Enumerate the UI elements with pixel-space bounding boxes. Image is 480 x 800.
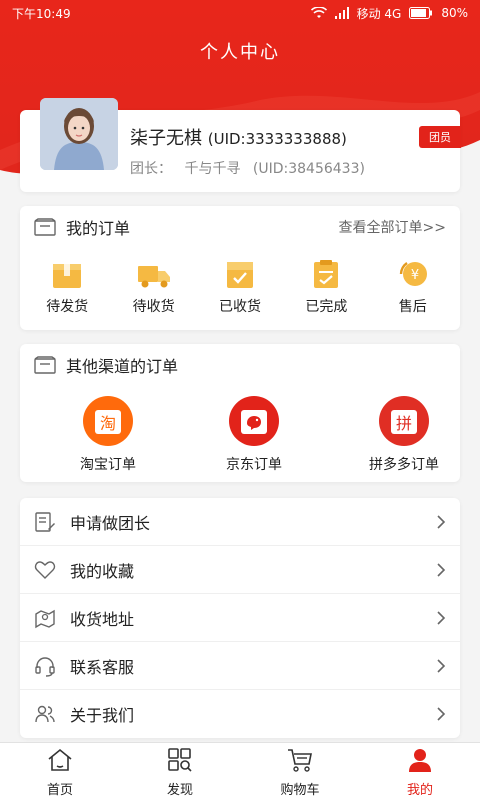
order-status-after-sale[interactable]: ¥ 售后 [373, 258, 453, 316]
chevron-right-icon [437, 562, 446, 577]
channel-row: 淘 淘宝订单 京东订单 拼 拼多多订单 [20, 396, 460, 476]
pinduoduo-orders[interactable]: 拼 拼多多订单 [354, 396, 454, 474]
profile-name: 柒子无棋 [130, 128, 202, 149]
order-status-row: 待发货 待收货 已收货 已完成 ¥ 售后 [20, 258, 460, 316]
user-icon [409, 749, 431, 772]
order-list-icon [34, 218, 56, 236]
channel-label: 京东订单 [226, 457, 282, 473]
truck-icon [137, 266, 170, 288]
status-bar: 下午10:49 移动 4G 80% [0, 0, 480, 26]
tab-label: 首页 [46, 783, 73, 798]
channel-label: 拼多多订单 [369, 457, 439, 473]
leader-uid: (UID:38456433) [252, 161, 365, 177]
menu-list: 申请做团长 我的收藏 收货地址 联系客服 关于我们 [20, 498, 460, 738]
received-box-icon [226, 262, 253, 288]
apply-icon [35, 511, 55, 532]
tab-cart[interactable]: 购物车 [240, 743, 360, 800]
order-status-label: 已完成 [305, 299, 348, 315]
taobao-icon: 淘 [83, 396, 133, 446]
jd-orders[interactable]: 京东订单 [204, 396, 304, 474]
order-status-completed[interactable]: 已完成 [286, 258, 366, 316]
profile-card[interactable]: 柒子无棋 (UID:3333333888) 团长： 千与千寻 (UID:3845… [20, 98, 461, 192]
order-status-label: 已收货 [218, 299, 261, 315]
menu-item-address[interactable]: 收货地址 [20, 594, 460, 642]
tab-label: 我的 [406, 783, 433, 798]
tab-home[interactable]: 首页 [0, 743, 120, 800]
order-status-label: 售后 [398, 299, 427, 315]
jd-icon [229, 396, 279, 446]
taobao-orders[interactable]: 淘 淘宝订单 [58, 396, 158, 474]
bottom-tab-bar: 首页 发现 购物车 我的 [0, 742, 480, 800]
svg-text:淘: 淘 [100, 414, 116, 433]
profile-uid: (UID:3333333888) [207, 130, 347, 148]
menu-item-label: 联系客服 [70, 657, 135, 677]
chevron-right-icon [437, 610, 446, 625]
status-carrier: 移动 4G [356, 6, 402, 21]
home-icon [48, 748, 72, 771]
after-sale-icon: ¥ [399, 262, 427, 286]
menu-item-about-us[interactable]: 关于我们 [20, 690, 460, 738]
status-battery: 80% [441, 6, 468, 20]
tab-discover[interactable]: 发现 [120, 743, 240, 800]
tab-label: 发现 [166, 783, 193, 798]
headset-icon [35, 656, 55, 677]
menu-item-favorites[interactable]: 我的收藏 [20, 546, 460, 594]
discover-icon [168, 748, 192, 772]
menu-item-label: 申请做团长 [70, 513, 151, 533]
page-title: 个人中心 [200, 42, 280, 63]
order-status-received[interactable]: 已收货 [200, 258, 280, 316]
map-pin-icon [35, 609, 55, 628]
order-status-pending-receive[interactable]: 待收货 [114, 258, 194, 316]
svg-text:拼: 拼 [396, 414, 412, 433]
orders-header[interactable]: 我的订单 查看全部订单>> [20, 206, 460, 248]
channel-label: 淘宝订单 [80, 457, 136, 473]
wifi-icon [310, 7, 327, 18]
orders-title: 我的订单 [66, 219, 131, 238]
users-icon [35, 705, 55, 723]
heart-icon [34, 560, 56, 579]
box-icon [53, 264, 82, 288]
signal-icon [334, 7, 349, 19]
view-all-orders-link[interactable]: 查看全部订单>> [339, 217, 446, 237]
other-channel-orders-card: 其他渠道的订单 淘 淘宝订单 京东订单 拼 拼多多订单 [20, 344, 460, 482]
order-status-pending-ship[interactable]: 待发货 [27, 258, 107, 316]
tab-mine[interactable]: 我的 [360, 743, 480, 800]
order-list-icon [34, 356, 56, 374]
status-time: 下午10:49 [12, 6, 71, 21]
menu-item-apply-leader[interactable]: 申请做团长 [20, 498, 460, 546]
cart-icon [288, 749, 312, 772]
chevron-right-icon [437, 514, 446, 529]
my-orders-card: 我的订单 查看全部订单>> 待发货 待收货 已收货 已完成 ¥ 售后 [20, 206, 460, 330]
svg-text:¥: ¥ [411, 268, 419, 283]
channels-header: 其他渠道的订单 [20, 344, 460, 386]
channels-title: 其他渠道的订单 [66, 357, 179, 376]
chevron-right-icon [437, 707, 446, 721]
menu-item-label: 关于我们 [70, 706, 135, 725]
pinduoduo-icon: 拼 [379, 396, 429, 446]
leader-row: 团长： 千与千寻 (UID:38456433) [130, 158, 373, 178]
avatar[interactable] [40, 98, 118, 170]
leader-name: 千与千寻 [184, 161, 241, 177]
profile-name-row: 柒子无棋 (UID:3333333888) [130, 124, 347, 150]
completed-icon [314, 260, 339, 288]
leader-label: 团长： [130, 161, 172, 177]
order-status-label: 待收货 [132, 299, 175, 315]
member-badge: 团员 [419, 126, 461, 148]
chevron-right-icon [437, 658, 446, 673]
tab-label: 购物车 [280, 783, 320, 798]
battery-icon [409, 7, 433, 19]
menu-item-customer-service[interactable]: 联系客服 [20, 642, 460, 690]
menu-item-label: 我的收藏 [70, 561, 135, 581]
menu-item-label: 收货地址 [70, 609, 135, 629]
order-status-label: 待发货 [46, 299, 89, 315]
